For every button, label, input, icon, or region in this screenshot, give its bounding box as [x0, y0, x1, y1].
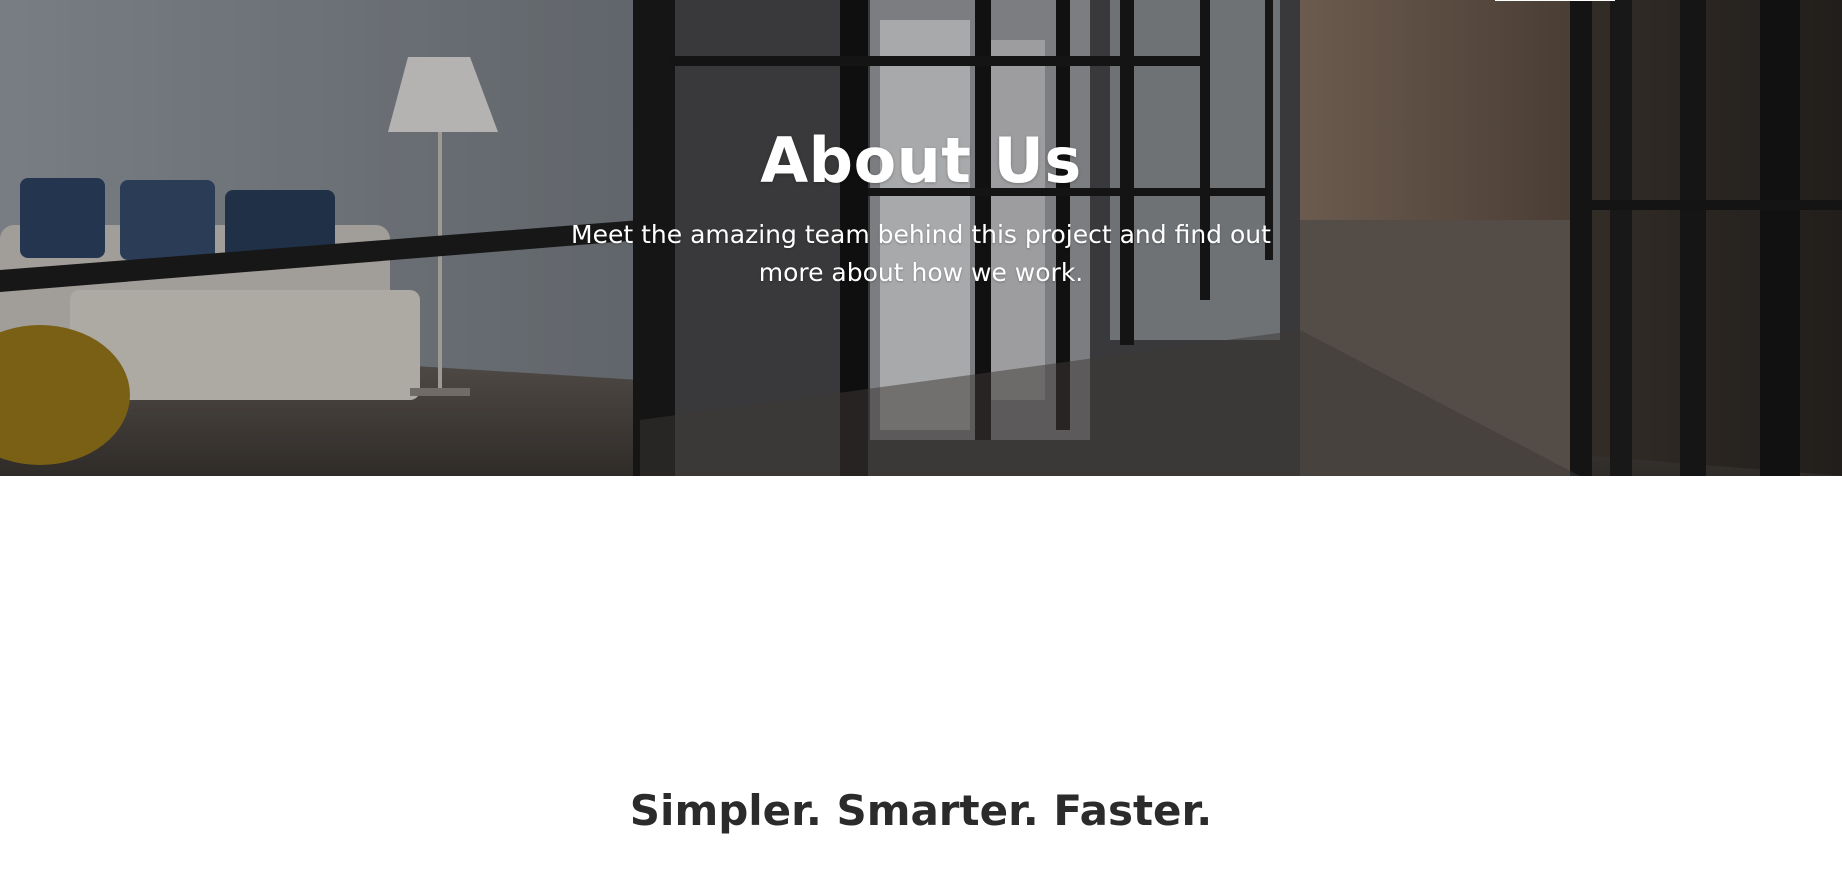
- hero-subtitle: Meet the amazing team behind this projec…: [571, 220, 1271, 287]
- page-title: About Us: [760, 124, 1082, 197]
- hero-section: About Us Meet the amazing team behind th…: [0, 0, 1842, 476]
- nav-button-edge[interactable]: [1495, 0, 1615, 1]
- about-page: About Us Meet the amazing team behind th…: [0, 0, 1842, 872]
- section-heading: Simpler. Smarter. Faster.: [629, 786, 1213, 835]
